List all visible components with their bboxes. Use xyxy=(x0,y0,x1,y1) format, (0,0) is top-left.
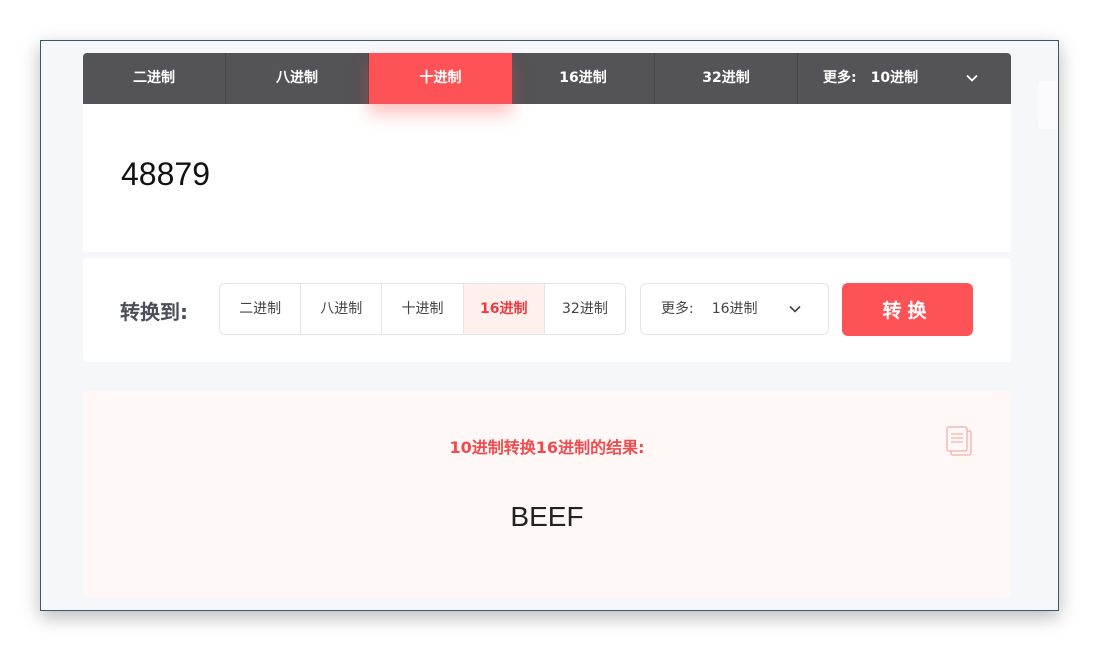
result-panel: 10进制转换16进制的结果: BEEF xyxy=(83,391,1011,597)
target-base32[interactable]: 32进制 xyxy=(545,284,625,334)
target-decimal[interactable]: 十进制 xyxy=(382,284,464,334)
result-title: 10进制转换16进制的结果: xyxy=(449,438,645,457)
input-area[interactable]: 48879 xyxy=(83,104,1011,252)
target-octal[interactable]: 八进制 xyxy=(301,284,383,334)
tab-octal[interactable]: 八进制 xyxy=(226,53,369,104)
tab-more-select[interactable]: 更多: 10进制 xyxy=(798,53,1011,104)
tab-base32[interactable]: 32进制 xyxy=(655,53,798,104)
tab-hex[interactable]: 16进制 xyxy=(512,53,655,104)
copy-icon[interactable] xyxy=(945,425,973,457)
convert-panel: 转换到: 二进制 八进制 十进制 16进制 32进制 更多: 16进制 转换 xyxy=(83,258,1011,362)
convert-button[interactable]: 转换 xyxy=(842,283,973,336)
target-more-select[interactable]: 更多: 16进制 xyxy=(640,283,829,335)
converter-window: 二进制 八进制 十进制 16进制 32进制 更多: 10进制 48879 转换到:… xyxy=(40,40,1059,611)
convert-to-label: 转换到: xyxy=(120,300,188,324)
target-more-label: 更多: xyxy=(661,301,694,317)
chevron-down-icon xyxy=(789,305,801,313)
target-base-selector: 二进制 八进制 十进制 16进制 32进制 xyxy=(219,283,626,335)
target-binary[interactable]: 二进制 xyxy=(220,284,302,334)
tab-binary[interactable]: 二进制 xyxy=(83,53,226,104)
target-more-value: 16进制 xyxy=(711,301,758,317)
side-panel-edge xyxy=(1038,81,1058,129)
number-input[interactable]: 48879 xyxy=(121,156,210,193)
tab-decimal[interactable]: 十进制 xyxy=(369,53,512,104)
target-hex[interactable]: 16进制 xyxy=(463,284,545,334)
base-tabbar: 二进制 八进制 十进制 16进制 32进制 更多: 10进制 xyxy=(83,53,1011,104)
tab-more-value: 10进制 xyxy=(870,70,919,86)
result-value: BEEF xyxy=(510,501,584,532)
chevron-down-icon xyxy=(966,74,978,82)
tab-more-label: 更多: xyxy=(823,70,857,86)
